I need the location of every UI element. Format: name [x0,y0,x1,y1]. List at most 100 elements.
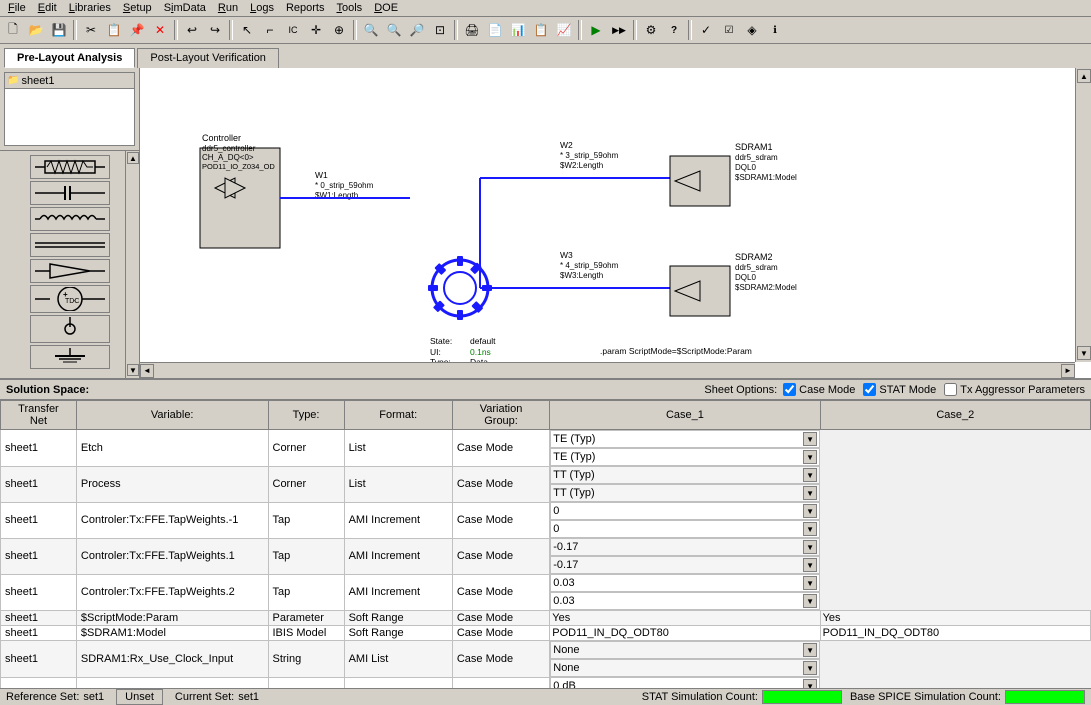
tb-settings[interactable]: ⚙ [640,19,662,41]
menu-run[interactable]: Run [212,0,244,16]
case2-dropdown-btn[interactable]: ▼ [803,661,817,675]
table-row: sheet1EtchCornerListCase ModeTE (Typ)▼TE… [1,430,1091,467]
cell-case1[interactable]: 0.03▼ [550,574,820,592]
tb-run[interactable]: ▶ [585,19,607,41]
cell-net: sheet1 [1,611,77,626]
tb-save[interactable]: 💾 [48,19,70,41]
stat-mode-checkbox-label[interactable]: STAT Mode [863,383,936,396]
cell-case2[interactable]: None▼ [550,659,820,677]
table-row: sheet1ProcessCornerListCase ModeTT (Typ)… [1,466,1091,502]
tb-export3[interactable]: 📈 [553,19,575,41]
tb-help[interactable]: ? [663,19,685,41]
svg-text:SDRAM1: SDRAM1 [735,142,773,152]
case1-dropdown-btn[interactable]: ▼ [803,468,817,482]
case1-dropdown-btn[interactable]: ▼ [803,576,817,590]
cell-case1: Yes [550,611,820,626]
tree-view[interactable]: 📁 sheet1 [4,72,135,146]
tb-extra[interactable]: ◈ [741,19,763,41]
case-mode-checkbox[interactable] [783,383,796,396]
canvas-hscrollbar[interactable]: ◄ ► [140,362,1075,378]
tb-check[interactable]: ✓ [695,19,717,41]
tb-connect[interactable]: ⊕ [328,19,350,41]
menu-setup[interactable]: Setup [117,0,158,16]
case1-dropdown-btn[interactable]: ▼ [803,679,817,688]
case1-dropdown-btn[interactable]: ▼ [803,504,817,518]
case1-dropdown-btn[interactable]: ▼ [803,432,817,446]
tb-export[interactable]: 📊 [507,19,529,41]
comp-gnd-line[interactable] [30,345,110,369]
case1-dropdown-btn[interactable]: ▼ [803,540,817,554]
tb-check2[interactable]: ☑ [718,19,740,41]
case2-dropdown-btn[interactable]: ▼ [803,594,817,608]
case2-dropdown-btn[interactable]: ▼ [803,486,817,500]
cell-case1[interactable]: TT (Typ)▼ [550,466,820,484]
comp-vsource[interactable]: + - TDC [30,285,110,313]
unset-button[interactable]: Unset [116,689,163,705]
tb-zoom-in[interactable]: 🔍 [360,19,382,41]
sheet-item[interactable]: sheet1 [21,75,54,87]
cell-case1[interactable]: -0.17▼ [550,538,820,556]
tb-zoom-window[interactable]: 🔍 [383,19,405,41]
comp-tline[interactable] [30,233,110,257]
tb-undo[interactable]: ↩ [181,19,203,41]
cell-case1[interactable]: 0 dB▼ [550,677,820,688]
tb-cut[interactable]: ✂ [80,19,102,41]
sidebar-scrollbar[interactable]: ▲ ▼ [125,151,139,378]
solution-title: Solution Space: [6,384,89,396]
tb-zoom-out[interactable]: 🔎 [406,19,428,41]
tb-wire[interactable]: ⌐ [259,19,281,41]
comp-capacitor[interactable] [30,181,110,205]
tb-redo[interactable]: ↪ [204,19,226,41]
case2-value: TE (Typ) [553,451,595,463]
tb-print[interactable]: 🖨 [461,19,483,41]
canvas-vscrollbar[interactable]: ▲ ▼ [1075,68,1091,362]
case2-dropdown-btn[interactable]: ▼ [803,450,817,464]
cell-group: Case Mode [452,641,549,678]
comp-buffer[interactable] [30,259,110,283]
tb-new[interactable]: 🗋 [2,19,24,41]
comp-resistor[interactable] [30,155,110,179]
tb-pointer[interactable]: ↖ [236,19,258,41]
cell-case2[interactable]: -0.17▼ [550,556,820,574]
tb-paste[interactable]: 📌 [126,19,148,41]
tb-component[interactable]: IC [282,19,304,41]
tx-aggressor-checkbox[interactable] [944,383,957,396]
cell-case1[interactable]: TE (Typ)▼ [550,430,820,448]
tb-open[interactable]: 📂 [25,19,47,41]
tb-print2[interactable]: 📄 [484,19,506,41]
tb-info[interactable]: ℹ [764,19,786,41]
stat-mode-checkbox[interactable] [863,383,876,396]
tab-post-layout[interactable]: Post-Layout Verification [137,48,279,68]
case1-dropdown-btn[interactable]: ▼ [803,643,817,657]
tx-aggressor-checkbox-label[interactable]: Tx Aggressor Parameters [944,383,1085,396]
menu-doe[interactable]: DOE [368,0,404,16]
cell-case2[interactable]: TT (Typ)▼ [550,484,820,502]
menu-edit[interactable]: Edit [32,0,63,16]
menu-simdata[interactable]: SimData [158,0,212,16]
menu-file[interactable]: File [2,0,32,16]
tab-pre-layout[interactable]: Pre-Layout Analysis [4,48,135,68]
tb-zoom-fit[interactable]: ⊡ [429,19,451,41]
menu-reports[interactable]: Reports [280,0,331,16]
cell-case2[interactable]: TE (Typ) ▼ [550,448,820,466]
col-case2: Case_2 [820,401,1090,430]
tb-export2[interactable]: 📋 [530,19,552,41]
svg-text:$W2:Length: $W2:Length [560,161,603,170]
menu-libraries[interactable]: Libraries [63,0,117,16]
menu-tools[interactable]: Tools [331,0,369,16]
comp-inductor[interactable] [30,207,110,231]
cell-case1[interactable]: None▼ [550,641,820,659]
case-mode-checkbox-label[interactable]: Case Mode [783,383,855,396]
tb-move[interactable]: ✛ [305,19,327,41]
tb-run2[interactable]: ▶▶ [608,19,630,41]
case2-dropdown-btn[interactable]: ▼ [803,522,817,536]
case2-dropdown-btn[interactable]: ▼ [803,558,817,572]
tb-copy[interactable]: 📋 [103,19,125,41]
table-container[interactable]: TransferNet Variable: Type: Format: Vari… [0,400,1091,688]
cell-case2[interactable]: 0.03▼ [550,592,820,610]
menu-logs[interactable]: Logs [244,0,280,16]
tb-delete[interactable]: ✕ [149,19,171,41]
cell-case2[interactable]: 0▼ [550,520,820,538]
cell-case1[interactable]: 0▼ [550,502,820,520]
comp-ground[interactable] [30,315,110,343]
